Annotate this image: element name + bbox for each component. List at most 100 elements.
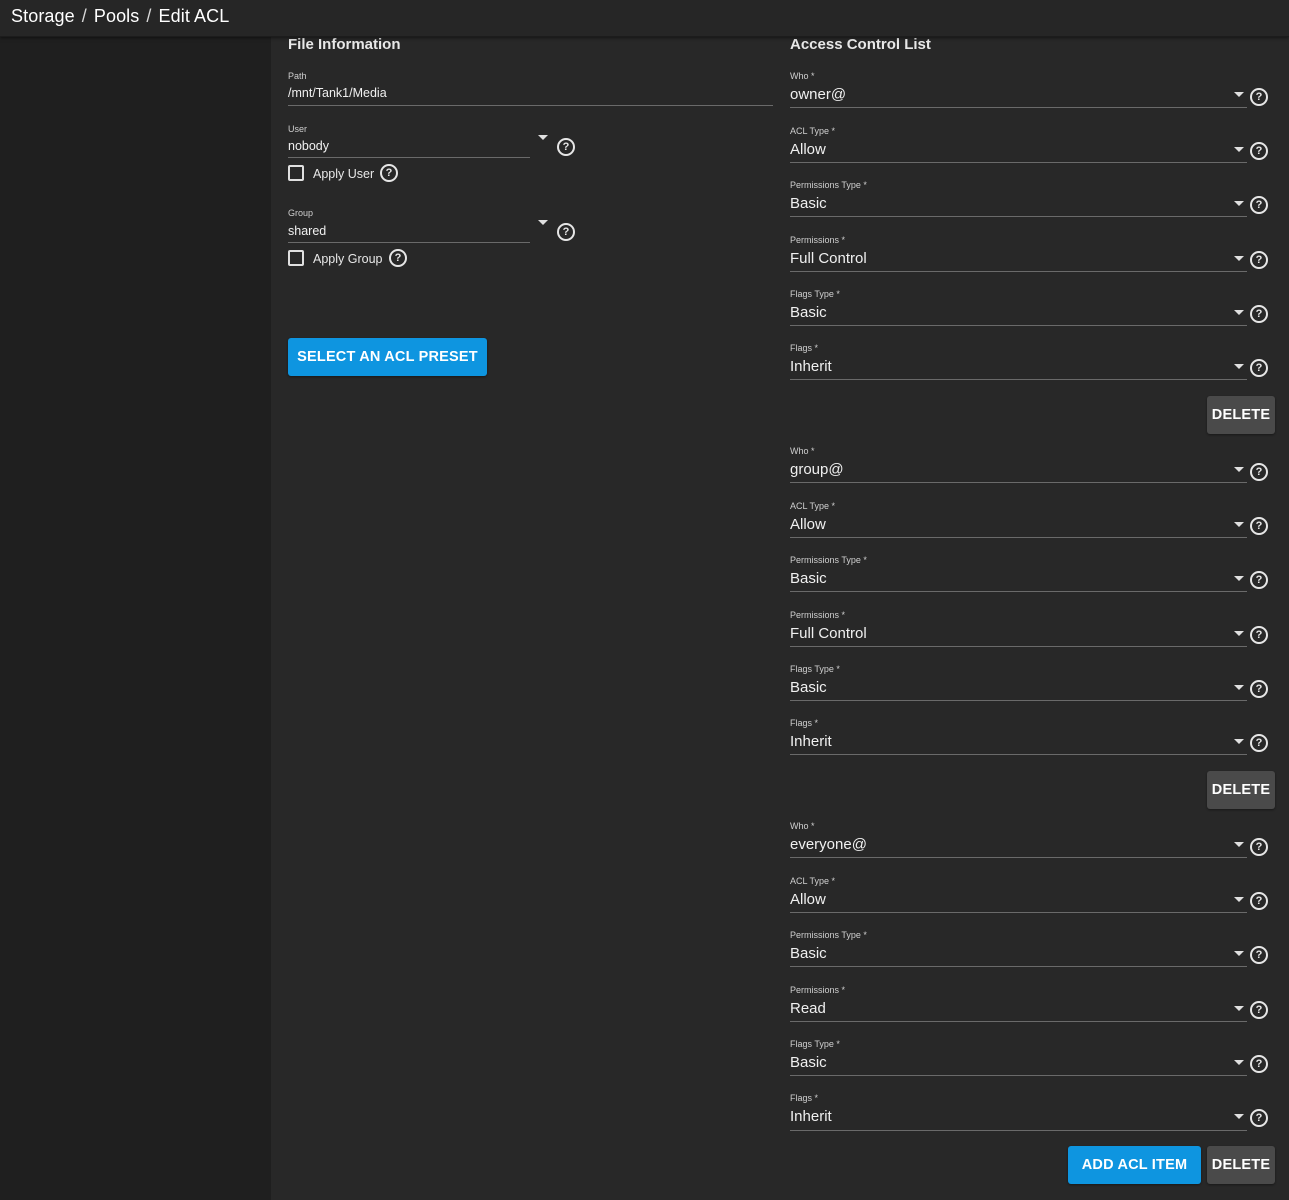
permissions-type-label: Permissions Type * (790, 930, 867, 940)
caret-down-icon[interactable] (538, 220, 548, 225)
caret-down-icon[interactable] (1234, 897, 1244, 902)
help-circle-icon[interactable]: ? (1250, 1055, 1268, 1073)
add-acl-item-button[interactable]: ADD ACL ITEM (1068, 1146, 1201, 1184)
acl-type-select[interactable]: Allow (790, 516, 826, 533)
permissions-type-select[interactable]: Basic (790, 570, 827, 587)
group-underline (288, 242, 530, 243)
field-underline (790, 700, 1247, 701)
help-circle-icon[interactable]: ? (1250, 251, 1268, 269)
who-select[interactable]: everyone@ (790, 836, 867, 853)
delete-acl-item-button[interactable]: DELETE (1207, 771, 1275, 809)
who-select[interactable]: group@ (790, 461, 844, 478)
help-circle-icon[interactable]: ? (1250, 88, 1268, 106)
help-circle-icon[interactable]: ? (1250, 1109, 1268, 1127)
breadcrumb-pools[interactable]: Pools (94, 6, 140, 26)
delete-acl-item-button[interactable]: DELETE (1207, 396, 1275, 434)
breadcrumb-storage[interactable]: Storage (11, 6, 75, 26)
permissions-select[interactable]: Read (790, 1000, 826, 1017)
permissions-label: Permissions * (790, 985, 846, 995)
flags-select[interactable]: Inherit (790, 358, 832, 375)
field-underline (790, 379, 1247, 380)
permissions-type-select[interactable]: Basic (790, 195, 827, 212)
help-circle-icon[interactable]: ? (380, 164, 398, 182)
caret-down-icon[interactable] (538, 135, 548, 140)
caret-down-icon[interactable] (1234, 467, 1244, 472)
acl-type-select[interactable]: Allow (790, 141, 826, 158)
flags-type-select[interactable]: Basic (790, 304, 827, 321)
user-select[interactable]: nobody (288, 139, 329, 153)
select-acl-preset-button[interactable]: SELECT AN ACL PRESET (288, 338, 487, 376)
help-circle-icon[interactable]: ? (1250, 892, 1268, 910)
who-label: Who * (790, 71, 815, 81)
help-circle-icon[interactable]: ? (557, 138, 575, 156)
caret-down-icon[interactable] (1234, 256, 1244, 261)
caret-down-icon[interactable] (1234, 147, 1244, 152)
caret-down-icon[interactable] (1234, 1114, 1244, 1119)
apply-user-checkbox[interactable] (288, 165, 304, 181)
path-value: /mnt/Tank1/Media (288, 86, 387, 100)
field-underline (790, 271, 1247, 272)
flags-type-select[interactable]: Basic (790, 1054, 827, 1071)
acl-type-label: ACL Type * (790, 501, 836, 511)
help-circle-icon[interactable]: ? (1250, 734, 1268, 752)
permissions-select[interactable]: Full Control (790, 250, 867, 267)
help-circle-icon[interactable]: ? (1250, 946, 1268, 964)
field-underline (790, 325, 1247, 326)
acl-type-select[interactable]: Allow (790, 891, 826, 908)
permissions-select[interactable]: Full Control (790, 625, 867, 642)
field-underline (790, 966, 1247, 967)
help-circle-icon[interactable]: ? (1250, 626, 1268, 644)
breadcrumb-edit-acl: Edit ACL (158, 6, 230, 26)
help-circle-icon[interactable]: ? (1250, 517, 1268, 535)
flags-select[interactable]: Inherit (790, 733, 832, 750)
caret-down-icon[interactable] (1234, 685, 1244, 690)
help-circle-icon[interactable]: ? (557, 223, 575, 241)
flags-type-label: Flags Type * (790, 664, 840, 674)
caret-down-icon[interactable] (1234, 1006, 1244, 1011)
caret-down-icon[interactable] (1234, 92, 1244, 97)
breadcrumb-separator: / (146, 6, 152, 26)
field-underline (790, 591, 1247, 592)
apply-group-label: Apply Group (313, 252, 383, 266)
caret-down-icon[interactable] (1234, 631, 1244, 636)
caret-down-icon[interactable] (1234, 201, 1244, 206)
help-circle-icon[interactable]: ? (1250, 680, 1268, 698)
flags-select[interactable]: Inherit (790, 1108, 832, 1125)
permissions-type-label: Permissions Type * (790, 555, 867, 565)
group-select[interactable]: shared (288, 224, 326, 238)
help-circle-icon[interactable]: ? (1250, 571, 1268, 589)
flags-label: Flags * (790, 1093, 819, 1103)
help-circle-icon[interactable]: ? (1250, 305, 1268, 323)
flags-type-select[interactable]: Basic (790, 679, 827, 696)
delete-acl-item-button[interactable]: DELETE (1207, 1146, 1275, 1184)
apply-group-checkbox[interactable] (288, 250, 304, 266)
help-circle-icon[interactable]: ? (389, 249, 407, 267)
caret-down-icon[interactable] (1234, 310, 1244, 315)
help-circle-icon[interactable]: ? (1250, 838, 1268, 856)
help-circle-icon[interactable]: ? (1250, 1001, 1268, 1019)
help-circle-icon[interactable]: ? (1250, 196, 1268, 214)
field-underline (790, 646, 1247, 647)
acl-type-label: ACL Type * (790, 876, 836, 886)
path-label: Path (288, 71, 307, 81)
caret-down-icon[interactable] (1234, 739, 1244, 744)
acl-type-label: ACL Type * (790, 126, 836, 136)
field-underline (790, 1021, 1247, 1022)
caret-down-icon[interactable] (1234, 576, 1244, 581)
caret-down-icon[interactable] (1234, 951, 1244, 956)
field-underline (790, 482, 1247, 483)
field-underline (790, 912, 1247, 913)
field-underline (790, 107, 1247, 108)
who-select[interactable]: owner@ (790, 86, 846, 103)
help-circle-icon[interactable]: ? (1250, 463, 1268, 481)
top-bar: Storage / Pools / Edit ACL (0, 0, 1289, 37)
field-underline (790, 1130, 1247, 1131)
breadcrumb: Storage / Pools / Edit ACL (11, 6, 229, 27)
help-circle-icon[interactable]: ? (1250, 142, 1268, 160)
permissions-type-select[interactable]: Basic (790, 945, 827, 962)
caret-down-icon[interactable] (1234, 842, 1244, 847)
caret-down-icon[interactable] (1234, 1060, 1244, 1065)
caret-down-icon[interactable] (1234, 522, 1244, 527)
caret-down-icon[interactable] (1234, 364, 1244, 369)
help-circle-icon[interactable]: ? (1250, 359, 1268, 377)
